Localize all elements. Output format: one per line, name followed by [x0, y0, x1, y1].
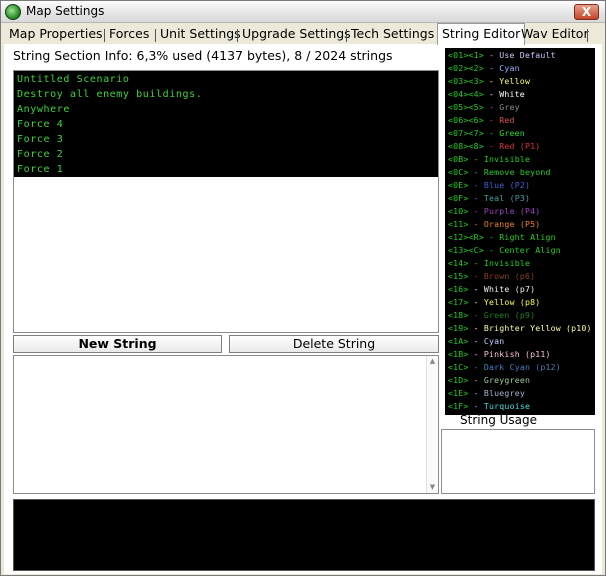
string-list-item[interactable]: Force 4	[14, 117, 438, 132]
tab-tech-settings[interactable]: Tech Settings	[351, 26, 434, 44]
tab-wav-editor[interactable]: Wav Editor	[521, 26, 589, 44]
color-code-item[interactable]: <0B> - Invisible	[445, 153, 595, 166]
settings-tabs: Map Properties Forces Unit Settings Upgr…	[5, 23, 605, 45]
color-code-item[interactable]: <01><1> - Use Default	[445, 49, 595, 62]
color-code-item[interactable]: <1D> - Greygreen	[445, 374, 595, 387]
map-settings-window: Map Settings X Map Properties Forces Uni…	[0, 0, 606, 576]
title-bar[interactable]: Map Settings X	[1, 1, 605, 23]
string-edit-textarea[interactable]: ▲ ▼	[13, 355, 439, 494]
string-list[interactable]: Untitled Scenario Destroy all enemy buil…	[13, 70, 439, 333]
string-list-item[interactable]: Force 2	[14, 147, 438, 162]
color-code-item[interactable]: <10> - Purple (P4)	[445, 205, 595, 218]
color-code-item[interactable]: <0E> - Blue (P2)	[445, 179, 595, 192]
new-string-button[interactable]: New String	[13, 335, 222, 353]
app-globe-icon	[5, 4, 21, 20]
color-code-item[interactable]: <03><3> - Yellow	[445, 75, 595, 88]
color-code-item[interactable]: <18> - Green (p9)	[445, 309, 595, 322]
tab-separator	[104, 29, 105, 42]
color-code-item[interactable]: <15> - Brown (p6)	[445, 270, 595, 283]
string-preview	[13, 499, 595, 571]
close-button[interactable]: X	[574, 4, 599, 20]
color-code-item[interactable]: <04><4> - White	[445, 88, 595, 101]
editor-scrollbar[interactable]: ▲ ▼	[426, 356, 438, 493]
color-code-item[interactable]: <1E> - Bluegrey	[445, 387, 595, 400]
color-code-item[interactable]: <05><5> - Grey	[445, 101, 595, 114]
color-code-item[interactable]: <11> - Orange (P5)	[445, 218, 595, 231]
color-code-item[interactable]: <0F> - Teal (P3)	[445, 192, 595, 205]
tab-separator	[237, 29, 238, 42]
string-list-item[interactable]: Destroy all enemy buildings.	[14, 87, 438, 102]
color-code-legend: <01><1> - Use Default <02><2> - Cyan <03…	[445, 48, 595, 415]
string-usage-label: String Usage	[460, 413, 538, 427]
color-code-item[interactable]: <07><7> - Green	[445, 127, 595, 140]
string-list-item[interactable]: Force 3	[14, 132, 438, 147]
scroll-up-arrow-icon[interactable]: ▲	[427, 356, 438, 367]
tab-string-editor[interactable]: String Editor	[437, 23, 526, 45]
string-list-item[interactable]: Force 1	[14, 162, 438, 177]
tab-upgrade-settings[interactable]: Upgrade Settings	[242, 26, 351, 44]
string-list-item[interactable]: Anywhere	[14, 102, 438, 117]
color-code-item[interactable]: <17> - Yellow (p8)	[445, 296, 595, 309]
delete-string-button[interactable]: Delete String	[229, 335, 439, 353]
tab-unit-settings[interactable]: Unit Settings	[160, 26, 241, 44]
tab-forces[interactable]: Forces	[109, 26, 149, 44]
color-code-item[interactable]: <1F> - Turquoise	[445, 400, 595, 413]
color-code-item[interactable]: <02><2> - Cyan	[445, 62, 595, 75]
window-title: Map Settings	[26, 4, 105, 18]
color-code-item[interactable]: <1A> - Cyan	[445, 335, 595, 348]
color-code-item[interactable]: <1B> - Pinkish (p11)	[445, 348, 595, 361]
string-list-items: Untitled Scenario Destroy all enemy buil…	[14, 71, 438, 177]
color-code-item[interactable]: <16> - White (p7)	[445, 283, 595, 296]
string-list-item[interactable]: Untitled Scenario	[14, 72, 438, 87]
color-code-item[interactable]: <12><R> - Right Align	[445, 231, 595, 244]
tab-map-properties[interactable]: Map Properties	[9, 26, 103, 44]
color-code-item[interactable]: <1C> - Dark Cyan (p12)	[445, 361, 595, 374]
color-code-item[interactable]: <0C> - Remove beyond	[445, 166, 595, 179]
color-code-item[interactable]: <06><6> - Red	[445, 114, 595, 127]
string-usage-list[interactable]	[441, 429, 595, 494]
color-code-item[interactable]: <14> - Invisible	[445, 257, 595, 270]
scroll-down-arrow-icon[interactable]: ▼	[427, 482, 438, 493]
color-code-item[interactable]: <08><8> - Red (P1)	[445, 140, 595, 153]
color-code-item[interactable]: <13><C> - Center Align	[445, 244, 595, 257]
string-section-info: String Section Info: 6,3% used (4137 byt…	[13, 48, 393, 63]
tab-separator	[155, 29, 156, 42]
tab-separator	[346, 29, 347, 42]
color-code-item[interactable]: <19> - Brighter Yellow (p10)	[445, 322, 595, 335]
tab-separator	[587, 29, 588, 42]
